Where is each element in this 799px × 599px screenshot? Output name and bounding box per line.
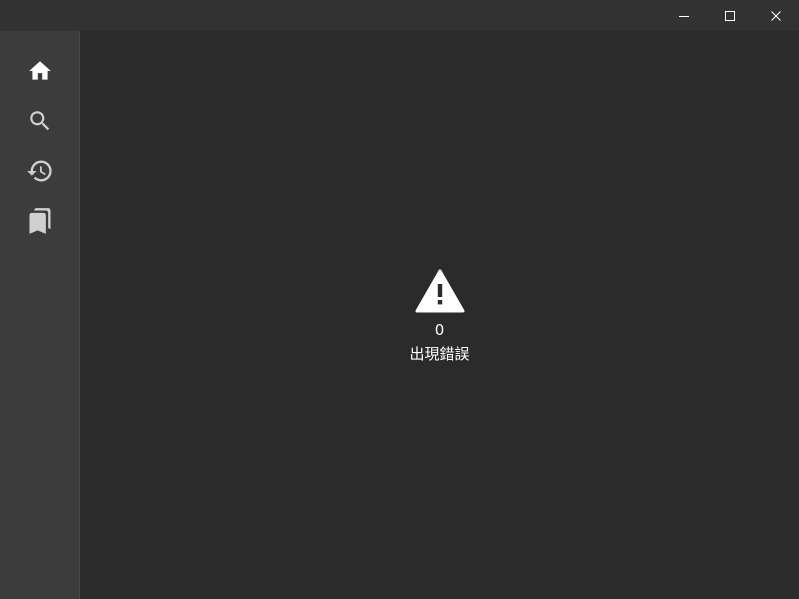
main-content: 0 出現錯誤 bbox=[80, 31, 799, 599]
search-icon bbox=[29, 111, 49, 131]
sidebar-item-history[interactable] bbox=[0, 146, 79, 196]
maximize-button[interactable] bbox=[707, 0, 753, 31]
close-icon bbox=[771, 10, 781, 21]
sidebar bbox=[0, 31, 80, 599]
minimize-button[interactable] bbox=[661, 0, 707, 31]
title-bar bbox=[0, 0, 799, 31]
close-button[interactable] bbox=[753, 0, 799, 31]
sidebar-item-search[interactable] bbox=[0, 96, 79, 146]
app-window: 0 出現錯誤 bbox=[0, 0, 799, 599]
sidebar-item-bookmarks[interactable] bbox=[0, 196, 79, 246]
minimize-icon bbox=[679, 15, 689, 17]
maximize-icon bbox=[725, 10, 735, 21]
warning-icon bbox=[415, 269, 464, 313]
error-panel: 0 出現錯誤 bbox=[80, 269, 799, 364]
bookmarks-icon bbox=[29, 208, 50, 234]
home-icon bbox=[28, 61, 51, 80]
sidebar-item-home[interactable] bbox=[0, 46, 79, 96]
error-message: 出現錯誤 bbox=[409, 345, 470, 363]
error-code: 0 bbox=[434, 321, 445, 339]
history-icon bbox=[26, 160, 52, 182]
